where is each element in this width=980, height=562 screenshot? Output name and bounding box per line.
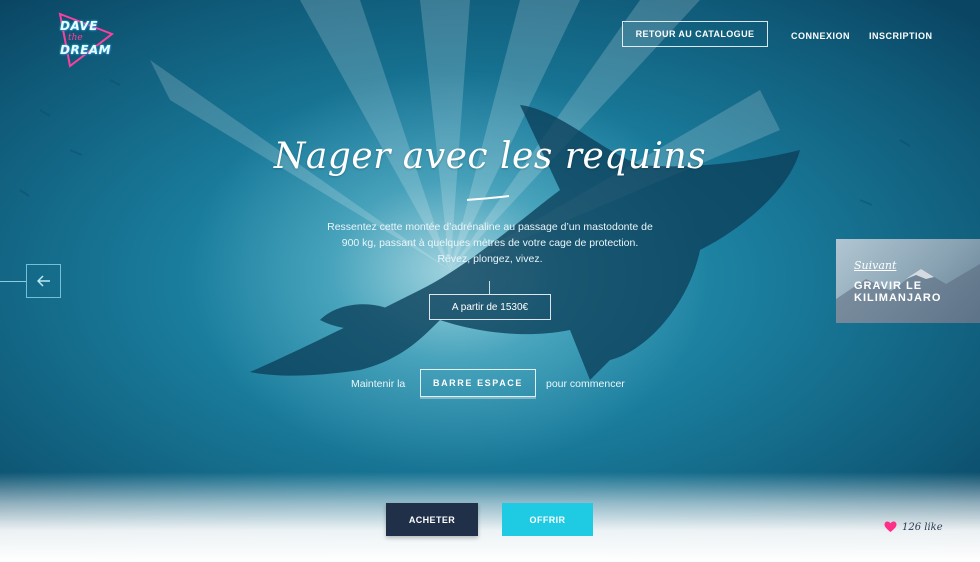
arrow-left-icon (36, 275, 50, 287)
description-line: Rêvez, plongez, vivez. (437, 253, 543, 265)
description-line: 900 kg, passant à quelques mètres de vot… (341, 237, 639, 249)
description-line: Ressentez cette montée d’adrénaline au p… (327, 221, 653, 233)
price-badge[interactable]: A partir de 1530€ (429, 294, 551, 320)
prev-connector (0, 281, 26, 282)
logo-line3: DREAM (60, 43, 112, 57)
logo-line2: the (68, 33, 83, 43)
next-title-line: KILIMANJARO (854, 292, 942, 304)
hero-description: Ressentez cette montée d’adrénaline au p… (300, 219, 680, 267)
next-title-line: GRAVIR LE (854, 280, 923, 292)
buy-button[interactable]: ACHETER (386, 503, 478, 536)
next-title: GRAVIR LE KILIMANJARO (854, 280, 974, 304)
login-link[interactable]: CONNEXION (791, 31, 850, 41)
like-count: 126 like (902, 521, 943, 533)
brand-logo[interactable]: DAVE the DREAM (56, 12, 116, 68)
page-title: Nager avec les requins (273, 136, 707, 177)
gift-button[interactable]: OFFRIR (502, 503, 593, 536)
hero-stage: DAVE the DREAM RETOUR AU CATALOGUE CONNE… (0, 0, 980, 562)
logo-line1: DAVE (60, 19, 98, 33)
back-to-catalog-button[interactable]: RETOUR AU CATALOGUE (622, 21, 768, 47)
hint-before: Maintenir la (351, 378, 406, 390)
heart-icon (884, 521, 897, 532)
foam-overlay (0, 472, 980, 562)
next-label: Suivant (854, 259, 897, 272)
signup-link[interactable]: INSCRIPTION (869, 31, 933, 41)
previous-button[interactable] (26, 264, 61, 298)
title-underline-icon (466, 195, 510, 201)
price-connector (489, 281, 490, 294)
next-experience-card[interactable]: Suivant GRAVIR LE KILIMANJARO (836, 239, 980, 323)
like-button[interactable]: 126 like (884, 521, 943, 533)
spacebar-key-button[interactable]: BARRE ESPACE (420, 369, 536, 397)
hint-after: pour commencer (546, 378, 625, 390)
